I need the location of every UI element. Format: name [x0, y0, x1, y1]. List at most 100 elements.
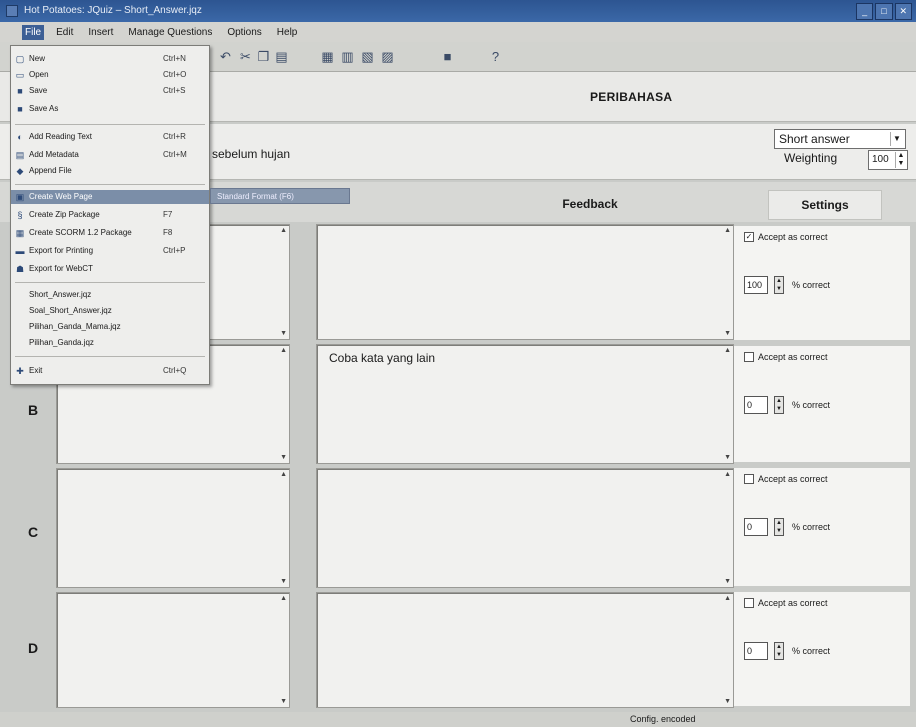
app-icon[interactable] [6, 5, 18, 17]
export-icon: ▣ [15, 192, 25, 202]
file-menu-append-file[interactable]: ◆ Append File [11, 164, 209, 178]
menu-help[interactable]: Help [274, 25, 301, 40]
answer-letter: D [28, 640, 39, 656]
answer-d-field[interactable]: ▲ ▼ [56, 592, 290, 708]
scroll-up-icon[interactable]: ▲ [280, 347, 287, 354]
file-menu-create-zip[interactable]: § Create Zip Package F7 [11, 208, 209, 222]
accept-a-checkbox[interactable]: ✓ Accept as correct [744, 232, 828, 242]
scroll-down-icon[interactable]: ▼ [280, 330, 287, 337]
accept-b-checkbox[interactable]: Accept as correct [744, 352, 828, 362]
percent-b-input[interactable]: 0 [744, 396, 768, 414]
scroll-down-icon[interactable]: ▼ [280, 698, 287, 705]
menu-edit[interactable]: Edit [53, 25, 76, 40]
browser-export-icon[interactable]: ▧ [360, 49, 375, 64]
percent-b-label: % correct [792, 400, 831, 410]
file-menu-export-webct[interactable]: ☗ Export for WebCT [11, 262, 209, 276]
delete-question-icon[interactable]: ▥ [340, 49, 355, 64]
scroll-down-icon[interactable]: ▼ [724, 698, 731, 705]
checkbox-checked-icon[interactable]: ✓ [744, 232, 754, 242]
minimize-button[interactable]: _ [856, 3, 874, 20]
percent-c-spinner[interactable]: ▲ ▼ [774, 518, 784, 536]
scroll-up-icon[interactable]: ▲ [724, 347, 731, 354]
weighting-input[interactable]: 100 ▲ ▼ [868, 150, 908, 170]
paste-icon[interactable]: ▤ [274, 49, 289, 64]
file-menu-label: Create Web Page [29, 192, 93, 201]
question-type-value: Short answer [779, 132, 850, 146]
file-menu-export-printing[interactable]: ▬ Export for Printing Ctrl+P [11, 244, 209, 258]
file-menu-shortcut: Ctrl+Q [163, 366, 187, 375]
percent-d-label: % correct [792, 646, 831, 656]
scroll-up-icon[interactable]: ▲ [280, 595, 287, 602]
file-menu-save[interactable]: ■ Save Ctrl+S [11, 84, 209, 98]
spin-icon[interactable]: ▲ ▼ [895, 152, 906, 168]
checkbox-icon[interactable] [744, 598, 754, 608]
scroll-down-icon[interactable]: ▼ [724, 330, 731, 337]
file-menu-create-scorm[interactable]: ▦ Create SCORM 1.2 Package F8 [11, 226, 209, 240]
window-title: Hot Potatoes: JQuiz – Short_Answer.jqz [24, 5, 202, 16]
file-menu-label: Add Metadata [29, 150, 79, 159]
add-question-icon[interactable]: ▦ [320, 49, 335, 64]
file-menu-shortcut: Ctrl+N [163, 54, 186, 63]
scroll-up-icon[interactable]: ▲ [280, 227, 287, 234]
feedback-b-field[interactable]: Coba kata yang lain ▲ ▼ [316, 344, 734, 464]
percent-b-spinner[interactable]: ▲ ▼ [774, 396, 784, 414]
scroll-down-icon[interactable]: ▼ [280, 454, 287, 461]
file-menu-add-reading-text[interactable]: ◐ Add Reading Text Ctrl+R [11, 130, 209, 144]
copy-icon[interactable]: ❐ [256, 49, 271, 64]
scroll-up-icon[interactable]: ▲ [724, 227, 731, 234]
scroll-down-icon[interactable]: ▼ [724, 454, 731, 461]
menu-insert[interactable]: Insert [85, 25, 116, 40]
question-type-select[interactable]: Short answer ▼ [774, 129, 906, 149]
file-menu-label: Pilihan_Ganda.jqz [29, 338, 94, 347]
window-title-bar[interactable]: Hot Potatoes: JQuiz – Short_Answer.jqz [0, 0, 916, 22]
file-menu-exit[interactable]: ✚ Exit Ctrl+Q [11, 364, 209, 378]
feedback-a-field[interactable]: ▲ ▼ [316, 224, 734, 340]
file-menu-label: Export for Printing [29, 246, 94, 255]
menu-manage-questions[interactable]: Manage Questions [125, 25, 215, 40]
file-menu-add-metadata[interactable]: ▤ Add Metadata Ctrl+M [11, 148, 209, 162]
web-page-submenu-item[interactable]: Standard Format (F6) [210, 188, 350, 204]
recent-file-3[interactable]: Pilihan_Ganda_Mama.jqz [11, 320, 209, 334]
question-mark-icon[interactable]: ? [488, 49, 503, 64]
open-folder-icon: ▭ [15, 70, 25, 80]
accept-d-checkbox[interactable]: Accept as correct [744, 598, 828, 608]
scroll-down-icon[interactable]: ▼ [724, 578, 731, 585]
percent-a-input[interactable]: 100 [744, 276, 768, 294]
file-menu-save-as[interactable]: ■ Save As [11, 102, 209, 116]
settings-column-header: Settings [768, 190, 882, 220]
scroll-up-icon[interactable]: ▲ [280, 471, 287, 478]
menu-file[interactable]: File [22, 24, 45, 40]
undo-icon[interactable]: ↶ [218, 49, 233, 64]
percent-d-spinner[interactable]: ▲ ▼ [774, 642, 784, 660]
cut-icon[interactable]: ✂ [238, 49, 253, 64]
recent-file-4[interactable]: Pilihan_Ganda.jqz [11, 336, 209, 350]
percent-c-input[interactable]: 0 [744, 518, 768, 536]
menu-options[interactable]: Options [224, 25, 264, 40]
file-menu-open[interactable]: ▭ Open Ctrl+O [11, 68, 209, 82]
zip-icon: § [17, 210, 23, 220]
recent-file-1[interactable]: Short_Answer.jqz [11, 288, 209, 302]
answer-c-field[interactable]: ▲ ▼ [56, 468, 290, 588]
answer-letter: C [28, 524, 39, 540]
info-icon[interactable]: ■ [440, 49, 455, 64]
web-export-icon[interactable]: ▨ [380, 49, 395, 64]
feedback-c-field[interactable]: ▲ ▼ [316, 468, 734, 588]
close-button[interactable]: ✕ [894, 3, 912, 20]
file-menu-label: Export for WebCT [29, 264, 93, 273]
maximize-button[interactable]: □ [875, 3, 893, 20]
percent-d-input[interactable]: 0 [744, 642, 768, 660]
file-menu-label: Create Zip Package [29, 210, 100, 219]
exit-icon: ✚ [16, 366, 24, 376]
file-menu-new[interactable]: ▢ New Ctrl+N [11, 52, 209, 66]
feedback-d-field[interactable]: ▲ ▼ [316, 592, 734, 708]
accept-c-checkbox[interactable]: Accept as correct [744, 474, 828, 484]
scroll-down-icon[interactable]: ▼ [280, 578, 287, 585]
scroll-up-icon[interactable]: ▲ [724, 595, 731, 602]
file-menu-create-web-page[interactable]: ▣ Create Web Page [11, 190, 209, 204]
checkbox-icon[interactable] [744, 352, 754, 362]
percent-a-spinner[interactable]: ▲ ▼ [774, 276, 784, 294]
recent-file-2[interactable]: Soal_Short_Answer.jqz [11, 304, 209, 318]
checkbox-icon[interactable] [744, 474, 754, 484]
chevron-down-icon[interactable]: ▼ [890, 132, 903, 146]
scroll-up-icon[interactable]: ▲ [724, 471, 731, 478]
